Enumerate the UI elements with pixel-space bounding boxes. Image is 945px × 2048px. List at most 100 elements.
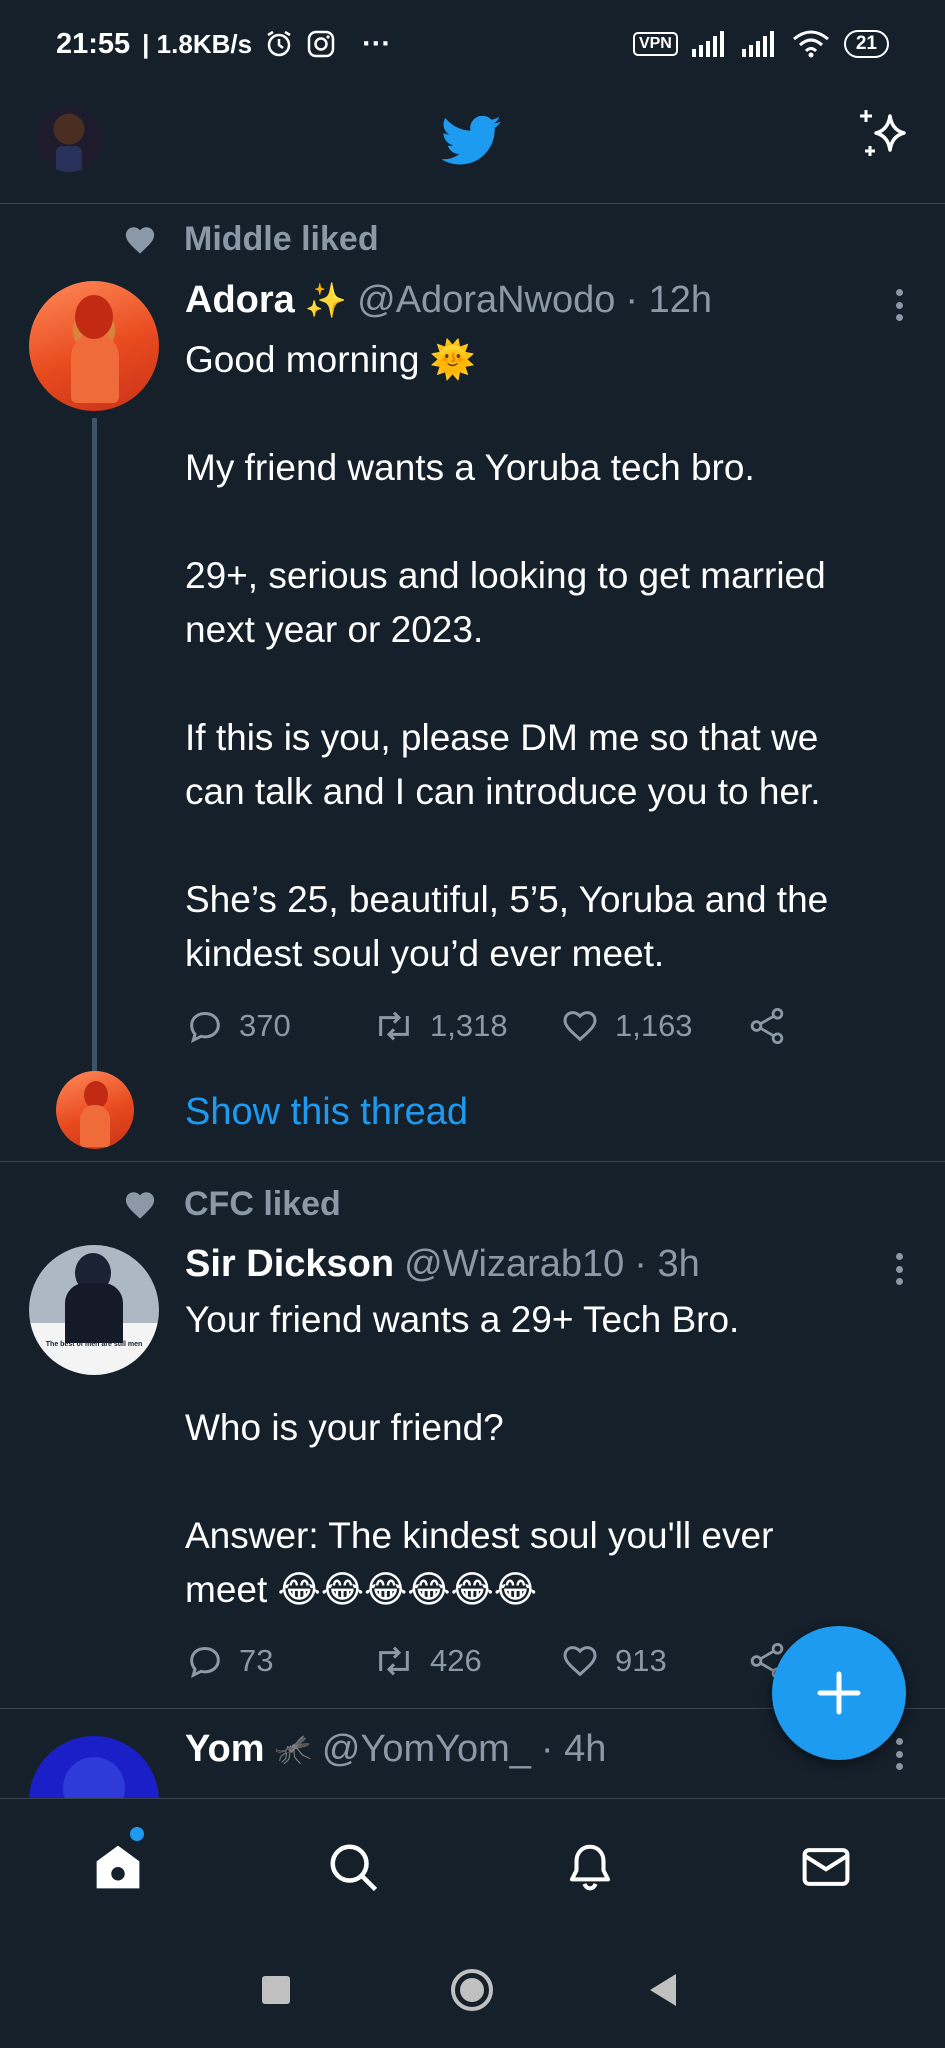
retweet-icon [379,1646,409,1676]
signal-icon [741,31,778,57]
tweet-line: Good morning 🌞 [185,339,476,380]
profile-avatar[interactable] [36,106,102,172]
show-thread-link[interactable]: Show this thread [185,1091,468,1134]
nav-search[interactable] [323,1837,383,1897]
tweet-time: · 12h [625,279,713,321]
messages-icon [802,1848,850,1886]
author-name[interactable]: Adora [185,279,295,322]
home-icon [96,1845,140,1889]
battery-indicator: 21 [843,30,889,58]
tweet-line [185,495,925,549]
vpn-badge: VPN [632,32,678,56]
tweet-header: Yom 🦟 @YomYom_ · 4h [185,1728,606,1771]
heart-filled-icon [125,1191,155,1219]
reply-count: 370 [239,1008,291,1043]
author-name[interactable]: Sir Dickson [185,1243,394,1286]
status-time: 21:55 [56,27,131,60]
share-button[interactable] [746,1005,805,1047]
like-count: 913 [614,1643,667,1678]
nav-home[interactable] [88,1837,148,1897]
more-notifications-icon: ··· [362,27,392,60]
twitter-bird-icon[interactable] [442,110,502,170]
thread-avatar[interactable] [56,1071,134,1149]
like-button[interactable]: 1,163 [559,1006,746,1046]
tweet-line: Answer: The kindest soul you'll ever [185,1515,774,1556]
status-bar: 21:55 | 1.8KB/s ··· VPN 21 [0,0,945,88]
system-navigation-bar [0,1940,945,2048]
reply-button[interactable]: 370 [185,1006,372,1046]
tweet-time: · 4h [540,1728,607,1770]
tweet-line: She’s 25, beautiful, 5’5, Yoruba and the [185,879,829,920]
social-context-label: CFC liked [184,1185,341,1223]
tweet-header: Adora ✨ @AdoraNwodo · 12h [185,279,712,322]
like-count: 1,163 [614,1008,693,1043]
heart-filled-icon [125,226,155,254]
search-icon [330,1844,378,1892]
tweet-line [185,1455,925,1509]
tweet[interactable]: CFC liked The best of men are still men … [0,1163,945,1709]
tweet-header: Sir Dickson @Wizarab10 · 3h [185,1243,700,1286]
tweet-line: kindest soul you’d ever meet. [185,933,665,974]
compose-tweet-button[interactable] [772,1626,906,1760]
compose-plus-icon [817,1671,861,1715]
tweet-line: meet 😂😂😂😂😂😂 [185,1569,537,1610]
author-handle[interactable]: @YomYom_ [322,1728,531,1771]
reply-button[interactable]: 73 [185,1641,372,1681]
wifi-icon [792,30,830,58]
signal-icon [691,31,728,57]
author-name[interactable]: Yom [185,1728,265,1771]
retweet-button[interactable]: 426 [372,1641,559,1681]
like-button[interactable]: 913 [559,1641,746,1681]
nav-messages[interactable] [796,1837,856,1897]
tweet[interactable]: Middle liked Adora ✨ @AdoraNwodo · 12h G… [0,205,945,1162]
avatar-caption: The best of men are still men [45,1341,143,1348]
reply-icon [190,1011,220,1043]
bottom-navigation [0,1798,945,1940]
author-avatar[interactable] [29,281,159,411]
notifications-icon [569,1844,611,1891]
reply-count: 73 [239,1643,274,1678]
tweet-text: Good morning 🌞 My friend wants a Yoruba … [185,333,925,981]
heart-icon [563,1646,597,1677]
thread-connector [92,418,97,1073]
instagram-icon [306,29,336,59]
tweet-time: · 3h [634,1243,700,1285]
tweet-line [185,657,925,711]
recents-button[interactable] [262,1976,290,2004]
tweet-line [185,1347,925,1401]
share-icon [750,1007,784,1045]
top-app-bar [0,88,945,204]
social-context: CFC liked [122,1185,341,1224]
tweet-actions: 370 1,318 1,163 [185,1005,805,1047]
retweet-count: 426 [429,1643,482,1678]
retweet-count: 1,318 [429,1008,508,1043]
tweet-line: next year or 2023. [185,609,484,650]
nav-notifications[interactable] [560,1837,620,1897]
home-system-button[interactable] [451,1969,493,2011]
social-context-label: Middle liked [184,220,379,258]
back-button[interactable] [650,1974,676,2006]
author-avatar[interactable] [29,1736,159,1798]
tweet-actions: 73 426 913 [185,1640,805,1682]
more-options-icon[interactable] [889,1249,909,1289]
retweet-icon [379,1011,409,1041]
author-handle[interactable]: @AdoraNwodo [357,279,615,322]
tweet-line [185,387,925,441]
name-emoji: ✨ [304,281,348,320]
author-handle[interactable]: @Wizarab10 [404,1243,624,1286]
author-avatar[interactable]: The best of men are still men [29,1245,159,1375]
tweet-line [185,819,925,873]
tweet-line: Your friend wants a 29+ Tech Bro. [185,1299,740,1340]
new-tweets-dot [130,1827,144,1841]
tweet-line: My friend wants a Yoruba tech bro. [185,447,755,488]
tweet-line: If this is you, please DM me so that we [185,717,819,758]
name-emoji: 🦟 [274,1733,312,1766]
reply-icon [190,1646,220,1678]
retweet-button[interactable]: 1,318 [372,1006,559,1046]
sparkle-icon[interactable] [856,106,914,164]
heart-icon [563,1011,597,1042]
more-options-icon[interactable] [889,1734,909,1774]
more-options-icon[interactable] [889,285,909,325]
tweet-line: 29+, serious and looking to get married [185,555,826,596]
alarm-icon [264,29,294,59]
